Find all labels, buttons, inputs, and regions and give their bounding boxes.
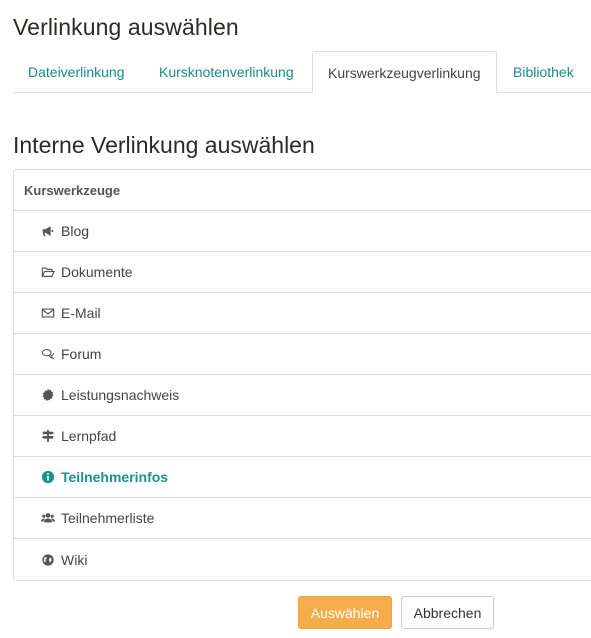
tree-item-label: Forum [61,346,102,362]
tree-item-label: Blog [61,223,90,239]
envelope-icon [41,306,55,320]
tree-header: Kurswerkzeuge [14,170,591,211]
tab-bar: Dateiverlinkung Kursknotenverlinkung Kur… [13,51,591,94]
section-title: Interne Verlinkung auswählen [13,132,315,158]
tree-item-blog[interactable]: Blog [14,211,591,252]
tab-bibliothek[interactable]: Bibliothek [513,51,574,93]
globe-icon [41,553,55,567]
certificate-icon [41,388,55,402]
info-circle-icon [41,470,55,484]
tree-item-label: Dokumente [61,264,133,280]
tree-item-label: Lernpfad [61,428,117,444]
tree-item-leistungsnachweis[interactable]: Leistungsnachweis [14,375,591,416]
tree-item-email[interactable]: E-Mail [14,293,591,334]
cancel-button[interactable]: Abbrechen [401,596,494,629]
tree-item-teilnehmerinfos[interactable]: Teilnehmerinfos [14,457,591,498]
tree-item-forum[interactable]: Forum [14,334,591,375]
tree-item-label: E-Mail [61,305,101,321]
tree-item-teilnehmerliste[interactable]: Teilnehmerliste [14,498,591,539]
tab-kurswerkzeugverlinkung[interactable]: Kurswerkzeugverlinkung [312,51,497,94]
folder-open-icon [41,265,55,279]
course-tools-tree: Kurswerkzeuge Blog Dokumente E-Mail Foru… [13,169,591,581]
tab-kursknotenverlinkung[interactable]: Kursknotenverlinkung [159,51,294,93]
tree-item-dokumente[interactable]: Dokumente [14,252,591,293]
users-icon [41,511,55,525]
tree-item-label: Wiki [61,551,88,568]
tab-dateiverlinkung[interactable]: Dateiverlinkung [28,51,125,93]
tree-item-label: Teilnehmerinfos [61,469,169,485]
dialog-title: Verlinkung auswählen [13,14,239,40]
signpost-icon [41,429,55,443]
tree-item-label: Teilnehmerliste [61,510,155,526]
tree-item-lernpfad[interactable]: Lernpfad [14,416,591,457]
tree-item-wiki[interactable]: Wiki [14,539,591,580]
bullhorn-icon [41,224,55,238]
select-button[interactable]: Auswählen [298,596,392,629]
comments-icon [41,347,55,361]
tree-item-label: Leistungsnachweis [61,387,180,403]
